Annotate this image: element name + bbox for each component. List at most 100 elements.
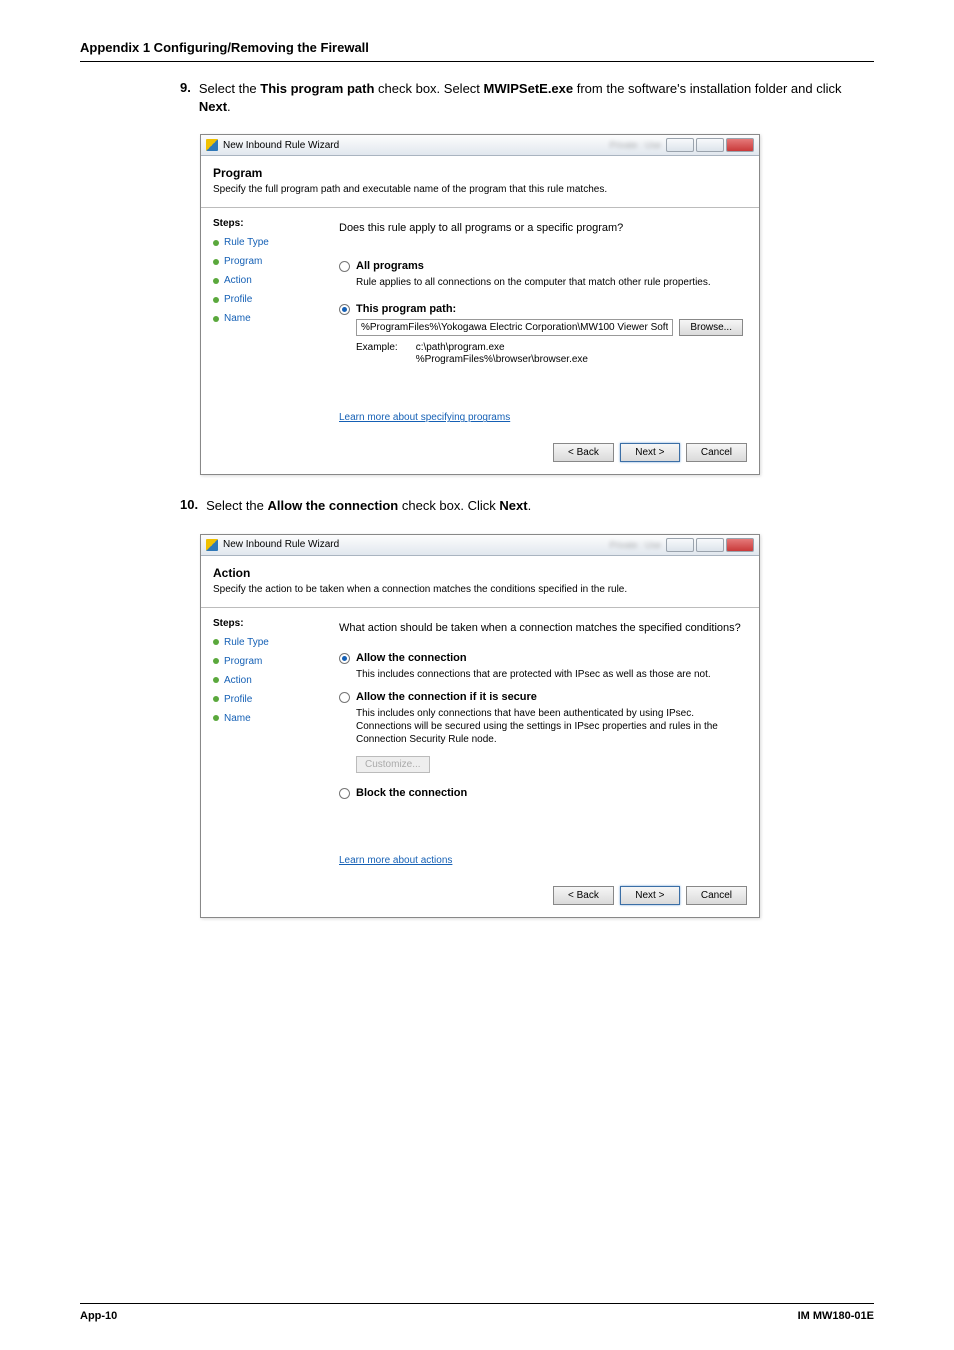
header-title: Program [213, 166, 747, 180]
sidebar-item-rule-type[interactable]: Rule Type [213, 637, 323, 648]
bullet-icon [213, 658, 219, 664]
t: Select the [206, 498, 267, 513]
learn-more-link[interactable]: Learn more about actions [339, 855, 743, 866]
sidebar-item-program[interactable]: Program [213, 256, 323, 267]
next-button[interactable]: Next > [620, 443, 680, 462]
bullet-icon [213, 278, 219, 284]
option-label: Allow the connection [356, 652, 467, 664]
sidebar-item-profile[interactable]: Profile [213, 294, 323, 305]
t: Next [199, 99, 227, 114]
titlebar: New Inbound Rule Wizard Private : Use [201, 535, 759, 556]
header-subtitle: Specify the action to be taken when a co… [213, 584, 747, 595]
radio-icon[interactable] [339, 261, 350, 272]
back-button[interactable]: < Back [553, 443, 614, 462]
cancel-button[interactable]: Cancel [686, 886, 747, 905]
browse-button[interactable]: Browse... [679, 319, 743, 336]
close-icon[interactable] [726, 538, 754, 552]
sidebar-item-action[interactable]: Action [213, 675, 323, 686]
section-title: Appendix 1 Configuring/Removing the Fire… [80, 40, 874, 62]
window-title: New Inbound Rule Wizard [223, 539, 600, 550]
step10-number: 10. [180, 497, 198, 512]
step9-text: Select the This program path check box. … [199, 80, 874, 116]
steps-heading: Steps: [213, 618, 323, 629]
t: . [227, 99, 231, 114]
sidebar-item-name[interactable]: Name [213, 713, 323, 724]
cancel-button[interactable]: Cancel [686, 443, 747, 462]
label: Rule Type [224, 237, 269, 248]
sidebar-item-program[interactable]: Program [213, 656, 323, 667]
wizard-body: Steps: Rule Type Program Action Profile … [201, 208, 759, 433]
footer-right: IM MW180-01E [798, 1310, 874, 1322]
sidebar-item-action[interactable]: Action [213, 275, 323, 286]
wizard-header: Action Specify the action to be taken wh… [201, 556, 759, 608]
t: MWIPSetE.exe [484, 81, 574, 96]
example-label: Example: [356, 342, 398, 366]
maximize-icon[interactable] [696, 538, 724, 552]
back-button[interactable]: < Back [553, 886, 614, 905]
wizard-footer: < Back Next > Cancel [201, 876, 759, 917]
window-title: New Inbound Rule Wizard [223, 140, 600, 151]
wizard-header: Program Specify the full program path an… [201, 156, 759, 208]
bullet-icon [213, 696, 219, 702]
option-label: Block the connection [356, 787, 467, 799]
lead-text: What action should be taken when a conne… [339, 622, 743, 634]
option-all-desc: Rule applies to all connections on the c… [356, 276, 743, 289]
window-controls [666, 538, 754, 552]
wizard-content: What action should be taken when a conne… [331, 608, 759, 876]
bullet-icon [213, 316, 219, 322]
step9-number: 9. [180, 80, 191, 95]
option-this-program-path[interactable]: This program path: [339, 303, 743, 315]
option-allow-connection[interactable]: Allow the connection [339, 652, 743, 664]
titlebar: New Inbound Rule Wizard Private : Use [201, 135, 759, 156]
option-label: Allow the connection if it is secure [356, 691, 537, 703]
footer-left: App-10 [80, 1310, 117, 1322]
ex2: %ProgramFiles%\browser\browser.exe [416, 354, 588, 365]
radio-icon[interactable] [339, 692, 350, 703]
close-icon[interactable] [726, 138, 754, 152]
bullet-icon [213, 240, 219, 246]
radio-icon[interactable] [339, 304, 350, 315]
maximize-icon[interactable] [696, 138, 724, 152]
sidebar-item-rule-type[interactable]: Rule Type [213, 237, 323, 248]
bullet-icon [213, 677, 219, 683]
label: Profile [224, 294, 252, 305]
t: Next [499, 498, 527, 513]
bullet-icon [213, 715, 219, 721]
radio-icon[interactable] [339, 653, 350, 664]
learn-more-link[interactable]: Learn more about specifying programs [339, 412, 743, 423]
program-path-row: Browse... [356, 319, 743, 336]
customize-button: Customize... [356, 756, 430, 773]
step10-text: Select the Allow the connection check bo… [206, 497, 531, 515]
sidebar-item-profile[interactable]: Profile [213, 694, 323, 705]
header-title: Action [213, 566, 747, 580]
bullet-icon [213, 639, 219, 645]
window-controls [666, 138, 754, 152]
page-footer: App-10 IM MW180-01E [80, 1303, 874, 1322]
option-secure-desc: This includes only connections that have… [356, 707, 743, 746]
option-all-programs[interactable]: All programs [339, 260, 743, 272]
wizard-content: Does this rule apply to all programs or … [331, 208, 759, 433]
label: Action [224, 675, 252, 686]
t: This program path [260, 81, 374, 96]
minimize-icon[interactable] [666, 538, 694, 552]
t: from the software's installation folder … [573, 81, 841, 96]
steps-heading: Steps: [213, 218, 323, 229]
option-block-connection[interactable]: Block the connection [339, 787, 743, 799]
option-allow-secure[interactable]: Allow the connection if it is secure [339, 691, 743, 703]
minimize-icon[interactable] [666, 138, 694, 152]
program-path-input[interactable] [356, 319, 673, 336]
header-subtitle: Specify the full program path and execut… [213, 184, 747, 195]
steps-sidebar: Steps: Rule Type Program Action Profile … [201, 208, 331, 433]
wizard-body: Steps: Rule Type Program Action Profile … [201, 608, 759, 876]
radio-icon[interactable] [339, 788, 350, 799]
t: check box. Select [374, 81, 483, 96]
shield-icon [206, 139, 218, 151]
ex1: c:\path\program.exe [416, 342, 505, 353]
label: Program [224, 256, 262, 267]
label: Action [224, 275, 252, 286]
wizard-action: New Inbound Rule Wizard Private : Use Ac… [200, 534, 760, 918]
steps-sidebar: Steps: Rule Type Program Action Profile … [201, 608, 331, 876]
next-button[interactable]: Next > [620, 886, 680, 905]
blurred-text: Private : Use [609, 140, 661, 150]
sidebar-item-name[interactable]: Name [213, 313, 323, 324]
